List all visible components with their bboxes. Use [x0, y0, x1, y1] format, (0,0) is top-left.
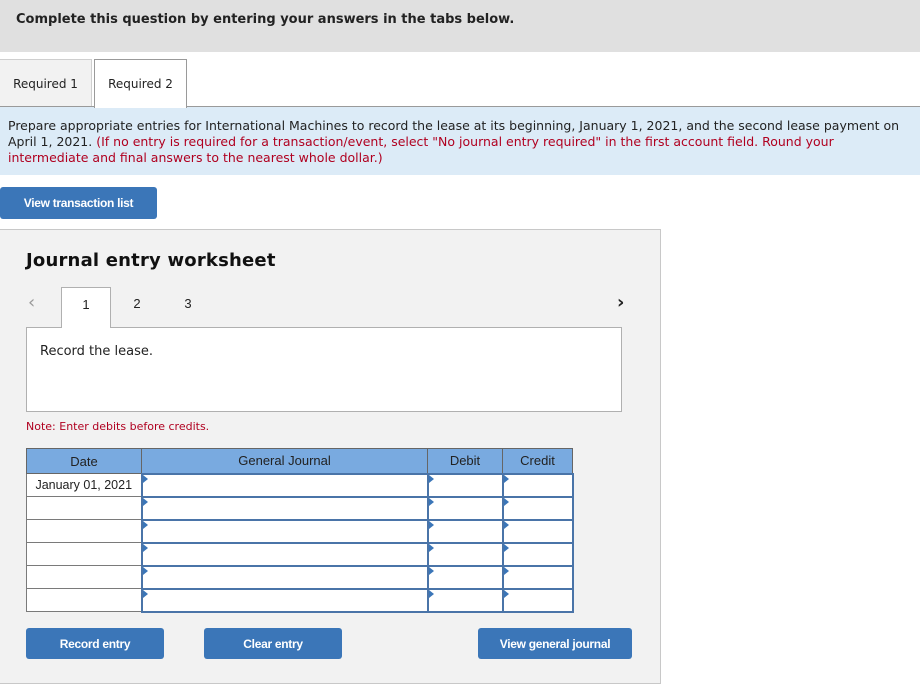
journal-row: [26, 495, 574, 521]
account-select[interactable]: [140, 472, 429, 498]
dropdown-indicator-icon: [428, 543, 434, 552]
date-cell: [26, 588, 142, 612]
debit-input[interactable]: [426, 587, 504, 613]
dropdown-indicator-icon: [142, 497, 148, 506]
chevron-left-icon[interactable]: ‹: [28, 292, 35, 313]
dropdown-indicator-icon: [428, 520, 434, 529]
dropdown-indicator-icon: [503, 589, 509, 598]
column-header-date: Date: [26, 448, 142, 474]
record-entry-button[interactable]: Record entry: [26, 628, 164, 659]
account-select[interactable]: [140, 564, 429, 590]
journal-row: January 01, 2021: [26, 472, 574, 498]
dropdown-indicator-icon: [428, 566, 434, 575]
date-cell: [26, 565, 142, 589]
column-header-general-journal: General Journal: [141, 448, 428, 474]
account-select[interactable]: [140, 495, 429, 521]
credit-input[interactable]: [501, 472, 574, 498]
debit-input[interactable]: [426, 564, 504, 590]
dropdown-indicator-icon: [142, 520, 148, 529]
journal-row: [26, 518, 574, 544]
worksheet-page-2[interactable]: 2: [112, 287, 162, 328]
credit-input[interactable]: [501, 541, 574, 567]
worksheet-page-1[interactable]: 1: [61, 287, 111, 328]
dropdown-indicator-icon: [503, 474, 509, 483]
dropdown-indicator-icon: [142, 589, 148, 598]
date-cell: [26, 519, 142, 543]
view-general-journal-button[interactable]: View general journal: [478, 628, 632, 659]
tab-bar: Required 1 Required 2: [0, 59, 920, 108]
date-cell: [26, 496, 142, 520]
account-select[interactable]: [140, 518, 429, 544]
date-cell: [26, 542, 142, 566]
journal-header-row: Date General Journal Debit Credit: [26, 448, 573, 474]
journal-table: Date General Journal Debit Credit Januar…: [26, 448, 574, 613]
dropdown-indicator-icon: [428, 474, 434, 483]
dropdown-indicator-icon: [142, 543, 148, 552]
debit-input[interactable]: [426, 472, 504, 498]
question-header: Complete this question by entering your …: [0, 0, 920, 52]
dropdown-indicator-icon: [428, 589, 434, 598]
column-header-debit: Debit: [427, 448, 503, 474]
journal-row: [26, 587, 574, 613]
debit-input[interactable]: [426, 518, 504, 544]
dropdown-indicator-icon: [428, 497, 434, 506]
debit-input[interactable]: [426, 541, 504, 567]
clear-entry-button[interactable]: Clear entry: [204, 628, 342, 659]
dropdown-indicator-icon: [142, 474, 148, 483]
transaction-description-box: Record the lease.: [26, 327, 622, 412]
instructions-note: (If no entry is required for a transacti…: [8, 134, 834, 165]
instructions-panel: Prepare appropriate entries for Internat…: [0, 106, 920, 175]
credit-input[interactable]: [501, 564, 574, 590]
debit-input[interactable]: [426, 495, 504, 521]
chevron-right-icon[interactable]: ›: [617, 292, 624, 313]
dropdown-indicator-icon: [142, 566, 148, 575]
worksheet-title: Journal entry worksheet: [26, 250, 276, 271]
dropdown-indicator-icon: [503, 543, 509, 552]
transaction-description: Record the lease.: [40, 344, 153, 359]
debits-credits-note: Note: Enter debits before credits.: [26, 420, 210, 433]
tab-required-1[interactable]: Required 1: [0, 59, 92, 107]
dropdown-indicator-icon: [503, 497, 509, 506]
dropdown-indicator-icon: [503, 566, 509, 575]
journal-entry-worksheet: Journal entry worksheet ‹ 1 2 3 › Record…: [0, 229, 661, 684]
account-select[interactable]: [140, 541, 429, 567]
credit-input[interactable]: [501, 495, 574, 521]
question-header-title: Complete this question by entering your …: [16, 12, 515, 27]
date-cell: January 01, 2021: [26, 473, 142, 497]
worksheet-page-3[interactable]: 3: [163, 287, 213, 328]
journal-row: [26, 564, 574, 590]
tab-required-2[interactable]: Required 2: [94, 59, 187, 108]
view-transaction-list-button[interactable]: View transaction list: [0, 187, 157, 219]
account-select[interactable]: [140, 587, 429, 613]
dropdown-indicator-icon: [503, 520, 509, 529]
journal-row: [26, 541, 574, 567]
credit-input[interactable]: [501, 518, 574, 544]
column-header-credit: Credit: [502, 448, 573, 474]
credit-input[interactable]: [501, 587, 574, 613]
